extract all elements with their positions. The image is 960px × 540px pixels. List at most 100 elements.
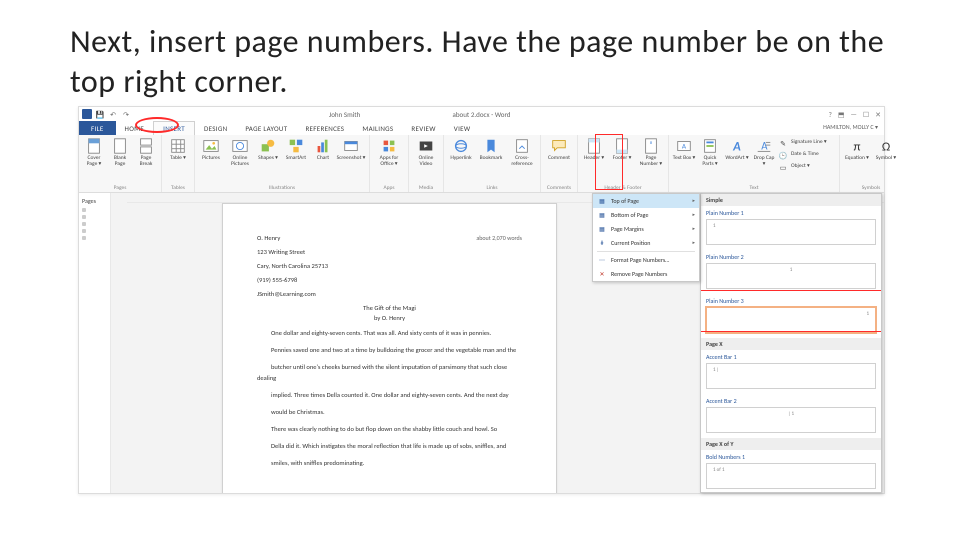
pictures-button[interactable]: Pictures xyxy=(198,137,224,162)
blank-page-button[interactable]: Blank Page xyxy=(108,137,132,168)
date-time-button[interactable]: 🕒Date & Time xyxy=(778,149,836,161)
comment-button[interactable]: Comment xyxy=(544,137,574,162)
ribbon-group-apps-label: Apps xyxy=(383,185,394,191)
screenshot-button[interactable]: Screenshot ▾ xyxy=(336,137,366,162)
menu-bottom-of-page[interactable]: ▦Bottom of Page▸ xyxy=(593,208,699,222)
date-icon: 🕒 xyxy=(778,150,788,160)
tab-home[interactable]: HOME xyxy=(116,121,154,135)
undo-icon[interactable]: ↶ xyxy=(108,109,118,119)
gallery-plain-number-3[interactable]: Plain Number 3 1 xyxy=(701,294,881,338)
doc-paragraph: smiles, with sniffles predominating. xyxy=(257,458,522,469)
page-margins-icon: ▦ xyxy=(597,224,607,234)
shapes-button[interactable]: Shapes ▾ xyxy=(256,137,280,162)
footer-button[interactable]: Footer ▾ xyxy=(609,137,635,162)
gallery-preview: 1 xyxy=(706,219,876,245)
quick-parts-button[interactable]: Quick Parts ▾ xyxy=(698,137,722,168)
hyperlink-button[interactable]: Hyperlink xyxy=(447,137,475,162)
minimize-icon[interactable]: — xyxy=(851,110,857,119)
tab-references[interactable]: REFERENCES xyxy=(296,121,353,135)
ribbon-group-text-label: Text xyxy=(749,185,758,191)
signature-label: Signature Line ▾ xyxy=(791,140,827,146)
gallery-plain-number-1[interactable]: Plain Number 1 1 xyxy=(701,206,881,250)
crossref-icon xyxy=(513,137,531,155)
menu-top-label: Top of Page xyxy=(611,197,639,205)
doc-paragraph: implied. Three times Della counted it. O… xyxy=(257,390,522,401)
submenu-arrow-icon: ▸ xyxy=(692,240,695,246)
smartart-button[interactable]: SmartArt xyxy=(282,137,310,162)
tab-view[interactable]: VIEW xyxy=(445,121,480,135)
remove-numbers-icon: ✕ xyxy=(597,269,607,279)
page-break-button[interactable]: Page Break xyxy=(134,137,158,168)
pictures-icon xyxy=(202,137,220,155)
quick-access-toolbar: 💾 ↶ ↷ xyxy=(79,109,131,119)
nav-thumb[interactable] xyxy=(82,208,86,212)
document-page[interactable]: about 2,070 words O. Henry 123 Writing S… xyxy=(222,203,557,493)
header-button[interactable]: Header ▾ xyxy=(581,137,607,162)
menu-current-position[interactable]: #Current Position▸ xyxy=(593,236,699,250)
tab-mailings[interactable]: MAILINGS xyxy=(353,121,402,135)
drop-cap-button[interactable]: ADrop Cap ▾ xyxy=(752,137,776,168)
tab-page-layout[interactable]: PAGE LAYOUT xyxy=(236,121,296,135)
maximize-icon[interactable]: ☐ xyxy=(863,110,869,119)
gallery-plain-number-2[interactable]: Plain Number 2 1 xyxy=(701,250,881,294)
nav-thumb[interactable] xyxy=(82,215,86,219)
object-button[interactable]: ▭Object ▾ xyxy=(778,161,836,173)
apps-for-office-button[interactable]: Apps for Office ▾ xyxy=(373,137,405,168)
online-video-button[interactable]: Online Video xyxy=(412,137,440,168)
save-icon[interactable]: 💾 xyxy=(95,109,105,119)
gallery-bold-numbers-1[interactable]: Bold Numbers 1 1 of 1 xyxy=(701,450,881,493)
navigation-pane: Pages xyxy=(79,193,111,493)
symbol-icon: Ω xyxy=(877,137,895,155)
screenshot-label: Screenshot ▾ xyxy=(337,156,366,162)
menu-bottom-label: Bottom of Page xyxy=(611,211,648,219)
menu-page-margins[interactable]: ▦Page Margins▸ xyxy=(593,222,699,236)
gallery-accent-bar-1[interactable]: Accent Bar 1 1 | xyxy=(701,350,881,394)
signed-in-user[interactable]: HAMILTON, MOLLY C ▾ xyxy=(823,123,878,131)
online-pictures-button[interactable]: Online Pictures xyxy=(226,137,254,168)
menu-format-page-numbers[interactable]: ⋯Format Page Numbers… xyxy=(593,253,699,267)
word-count-text: about 2,070 words xyxy=(476,234,522,242)
ribbon-group-text: AText Box ▾ Quick Parts ▾ AWordArt ▾ ADr… xyxy=(669,135,840,192)
nav-thumb[interactable] xyxy=(82,236,86,240)
slide-instruction-text: Next, insert page numbers. Have the page… xyxy=(70,22,900,102)
ribbon-group-media-label: Media xyxy=(419,185,433,191)
bookmark-button[interactable]: Bookmark xyxy=(477,137,505,162)
doc-byline: by O. Henry xyxy=(257,314,522,322)
tab-review[interactable]: REVIEW xyxy=(402,121,444,135)
menu-top-of-page[interactable]: ▦Top of Page▸ xyxy=(593,194,699,208)
text-box-button[interactable]: AText Box ▾ xyxy=(672,137,696,162)
gallery-option-name: Accent Bar 2 xyxy=(706,397,876,405)
nav-thumb[interactable] xyxy=(82,229,86,233)
tab-file[interactable]: FILE xyxy=(79,121,116,135)
table-button[interactable]: Table ▾ xyxy=(165,137,191,162)
tab-insert[interactable]: INSERT xyxy=(153,121,195,135)
page-break-label: Page Break xyxy=(134,156,158,168)
ribbon-group-links-label: Links xyxy=(486,185,497,191)
nav-pane-header: Pages xyxy=(82,197,107,205)
svg-text:Ω: Ω xyxy=(882,140,890,155)
svg-text:A: A xyxy=(761,140,768,153)
close-icon[interactable]: ✕ xyxy=(875,110,881,119)
page-number-button[interactable]: #Page Number ▾ xyxy=(637,137,665,168)
symbol-button[interactable]: ΩSymbol ▾ xyxy=(873,137,899,162)
signature-line-button[interactable]: ✎Signature Line ▾ xyxy=(778,137,836,149)
drop-cap-icon: A xyxy=(755,137,773,155)
ribbon-display-icon[interactable]: ⬒ xyxy=(838,110,845,119)
nav-thumb[interactable] xyxy=(82,222,86,226)
doc-paragraph: butcher until one's cheeks burned with t… xyxy=(257,362,522,384)
cross-reference-button[interactable]: Cross-reference xyxy=(507,137,537,168)
submenu-arrow-icon: ▸ xyxy=(692,198,695,204)
tab-design[interactable]: DESIGN xyxy=(195,121,236,135)
cover-page-button[interactable]: Cover Page ▾ xyxy=(82,137,106,168)
text-box-icon: A xyxy=(675,137,693,155)
help-icon[interactable]: ? xyxy=(829,110,832,119)
wordart-button[interactable]: AWordArt ▾ xyxy=(724,137,750,162)
menu-remove-page-numbers[interactable]: ✕Remove Page Numbers xyxy=(593,267,699,281)
bookmark-icon xyxy=(482,137,500,155)
chart-button[interactable]: Chart xyxy=(312,137,334,162)
chart-label: Chart xyxy=(317,156,329,162)
gallery-accent-bar-2[interactable]: Accent Bar 2 | 1 xyxy=(701,394,881,438)
equation-button[interactable]: πEquation ▾ xyxy=(843,137,871,162)
screenshot-icon xyxy=(342,137,360,155)
redo-icon[interactable]: ↷ xyxy=(121,109,131,119)
